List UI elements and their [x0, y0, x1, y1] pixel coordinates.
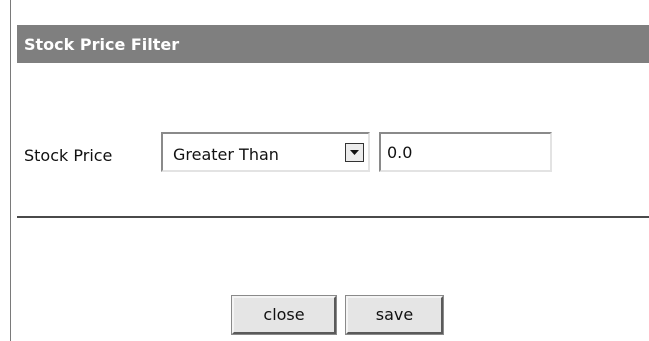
operator-select-value: Greater Than [173, 145, 279, 164]
dialog-title-bar: Stock Price Filter [17, 25, 649, 63]
close-button[interactable]: close [231, 295, 337, 335]
stock-price-label: Stock Price [24, 146, 113, 165]
divider [17, 216, 649, 218]
stock-price-value-input[interactable] [379, 132, 552, 172]
dropdown-arrow-button[interactable] [345, 143, 364, 162]
save-button[interactable]: save [345, 295, 444, 335]
operator-select[interactable]: Greater Than [161, 132, 370, 172]
chevron-down-icon [350, 150, 359, 155]
stock-price-filter-dialog: Stock Price Filter Stock Price Greater T… [0, 0, 649, 341]
dialog-left-border [10, 0, 11, 341]
dialog-title: Stock Price Filter [24, 35, 180, 54]
